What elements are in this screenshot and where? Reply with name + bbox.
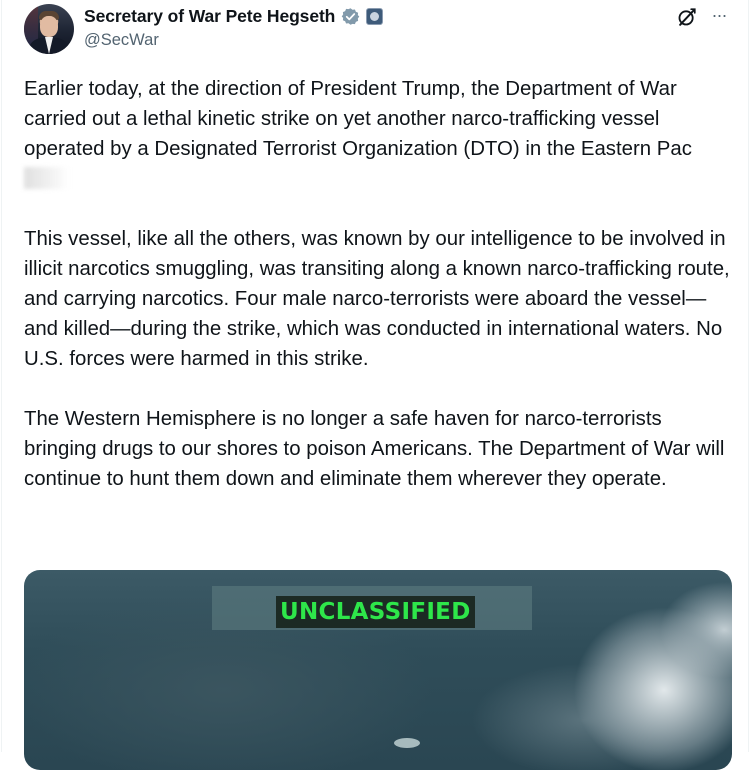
author-handle[interactable]: @SecWar — [84, 31, 159, 50]
tweet-media-video[interactable]: UNCLASSIFIED — [24, 570, 732, 770]
tweet-paragraph: This vessel, like all the others, was kn… — [24, 228, 736, 370]
author-display-name[interactable]: Secretary of War Pete Hegseth — [84, 6, 335, 27]
truncation-fade — [24, 167, 70, 189]
avatar[interactable] — [24, 4, 74, 54]
more-options-icon[interactable]: ··· — [707, 4, 731, 28]
grok-icon[interactable] — [676, 6, 698, 28]
tweet-card: Secretary of War Pete Hegseth @SecWar ··… — [1, 0, 749, 770]
tweet-text: Earlier today, at the direction of Presi… — [24, 74, 736, 524]
tweet-paragraph: Earlier today, at the direction of Presi… — [24, 74, 736, 194]
verified-badge-icon — [341, 7, 360, 25]
tweet-paragraph: The Western Hemisphere is no longer a sa… — [24, 408, 731, 490]
classification-label: UNCLASSIFIED — [276, 596, 475, 628]
vessel-marker — [394, 738, 420, 748]
author-name-row: Secretary of War Pete Hegseth — [84, 5, 384, 27]
affiliation-badge-icon[interactable] — [366, 7, 384, 25]
